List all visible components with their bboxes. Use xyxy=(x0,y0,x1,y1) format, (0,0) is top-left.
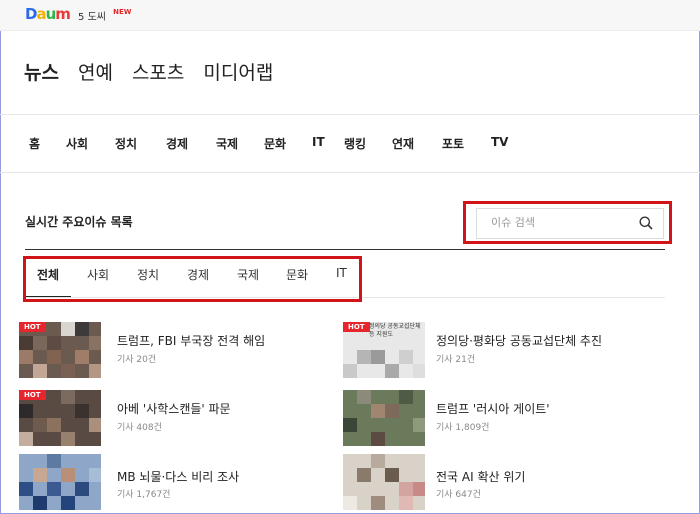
nav-item-home[interactable]: 홈 xyxy=(29,135,66,152)
nav-item-politics[interactable]: 정치 xyxy=(115,135,166,152)
logo-letter-d: D xyxy=(25,5,37,23)
issue-title[interactable]: 트럼프, FBI 부국장 전격 해임 xyxy=(117,332,265,349)
highlight-box-search xyxy=(463,201,672,244)
article-count: 기사 21건 xyxy=(436,355,476,365)
issue-thumbnail: HOT xyxy=(19,390,101,446)
issue-title[interactable]: 아베 '사학스캔들' 파문 xyxy=(117,400,231,417)
section-entertainment[interactable]: 연예 xyxy=(78,58,113,85)
nav-item-it[interactable]: IT xyxy=(312,135,344,152)
news-nav: 홈 사회 정치 경제 국제 문화 IT 랭킹 연재 포토 TV xyxy=(29,135,521,152)
nav-item-economy[interactable]: 경제 xyxy=(166,135,216,152)
issue-title[interactable]: 트럼프 '러시아 게이트' xyxy=(436,400,550,417)
nav-item-society[interactable]: 사회 xyxy=(66,135,115,152)
issue-thumbnail: HOT 정의당 공동교섭단체 등 지원도 xyxy=(343,322,425,378)
hot-badge: HOT xyxy=(19,322,46,332)
nav-item-culture[interactable]: 문화 xyxy=(264,135,312,152)
divider xyxy=(25,249,665,250)
section-medialab[interactable]: 미디어랩 xyxy=(203,58,273,85)
logo-letter-u: u xyxy=(45,5,57,23)
issue-thumbnail xyxy=(343,390,425,446)
nav-item-photo[interactable]: 포토 xyxy=(442,135,491,152)
page-title: 실시간 주요이슈 목록 xyxy=(25,215,133,229)
nav-item-series[interactable]: 연재 xyxy=(392,135,442,152)
weather-widget[interactable]: 5 도씨 NEW xyxy=(78,8,132,23)
thumbnail-caption: 정의당 공동교섭단체 등 지원도 xyxy=(369,323,421,338)
nav-item-tv[interactable]: TV xyxy=(491,135,521,152)
nav-item-international[interactable]: 국제 xyxy=(216,135,264,152)
article-count: 기사 647건 xyxy=(436,490,481,500)
section-tabs: 뉴스 연예 스포츠 미디어랩 xyxy=(24,58,273,85)
top-bar: Daum 5 도씨 NEW xyxy=(0,0,700,31)
article-count: 기사 1,767건 xyxy=(117,490,171,500)
issue-thumbnail: HOT xyxy=(19,322,101,378)
issue-title[interactable]: 정의당·평화당 공동교섭단체 추진 xyxy=(436,332,602,349)
issue-thumbnail xyxy=(343,454,425,510)
article-count: 기사 1,809건 xyxy=(436,423,490,433)
hot-badge: HOT xyxy=(343,322,370,332)
section-news[interactable]: 뉴스 xyxy=(24,58,59,85)
issue-title[interactable]: 전국 AI 확산 위기 xyxy=(436,468,525,485)
article-count: 기사 408건 xyxy=(117,423,162,433)
section-sports[interactable]: 스포츠 xyxy=(132,58,184,85)
logo-letter-m: m xyxy=(55,5,71,23)
hot-badge: HOT xyxy=(19,390,46,400)
divider xyxy=(0,172,700,173)
weather-unit: 도씨 xyxy=(87,12,106,23)
logo-letter-a: a xyxy=(36,5,46,23)
weather-temp: 5 xyxy=(78,12,85,23)
daum-logo[interactable]: Daum xyxy=(25,5,71,23)
issue-thumbnail xyxy=(19,454,101,510)
divider xyxy=(0,114,700,115)
new-badge: NEW xyxy=(113,8,132,16)
nav-item-ranking[interactable]: 랭킹 xyxy=(344,135,392,152)
issue-title[interactable]: MB 뇌물·다스 비리 조사 xyxy=(117,468,239,485)
highlight-box-tabs xyxy=(23,256,362,302)
article-count: 기사 20건 xyxy=(117,355,157,365)
